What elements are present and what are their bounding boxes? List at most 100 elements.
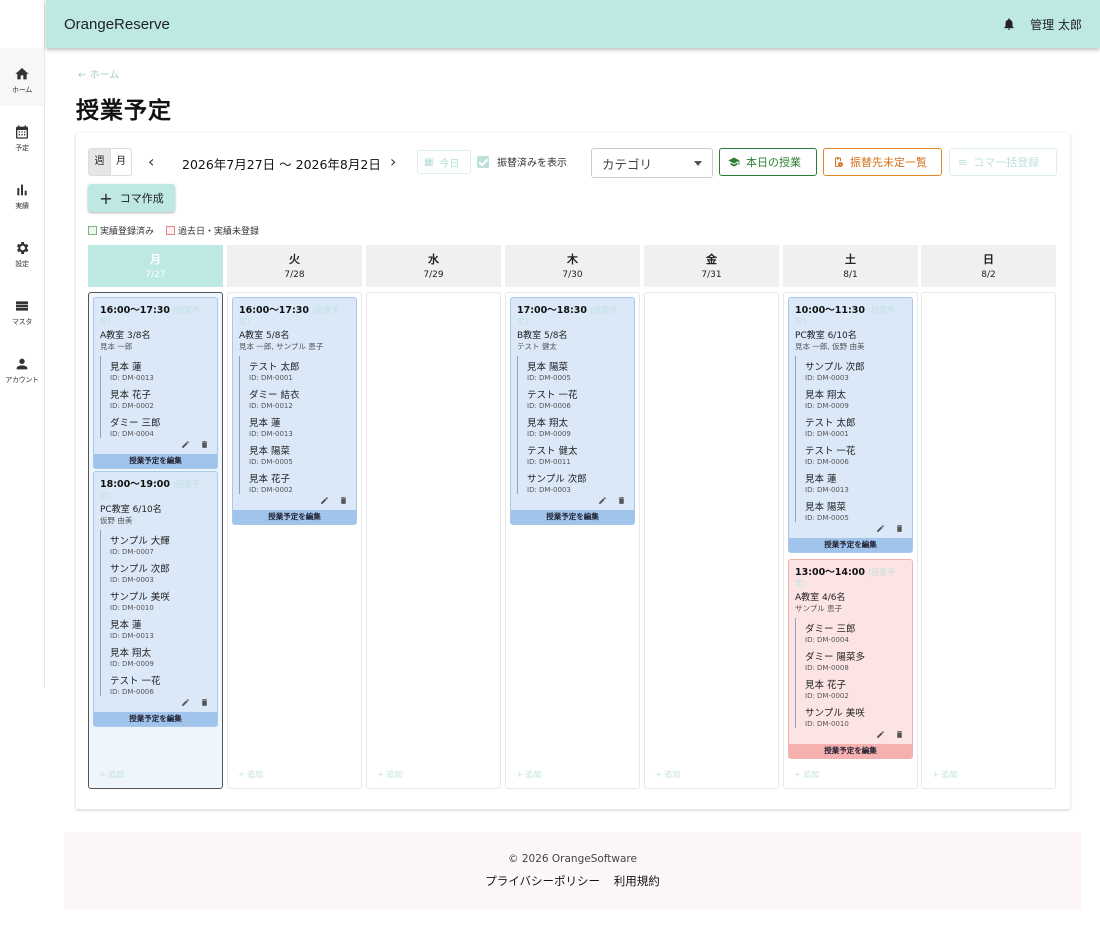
edit-lesson-button[interactable]: 授業予定を編集: [94, 454, 217, 468]
student-id: ID: DM-0009: [110, 660, 154, 668]
privacy-link[interactable]: プライバシーポリシー: [485, 874, 600, 888]
prev-week-button[interactable]: ‹: [148, 152, 154, 171]
lesson-time: 10:00〜11:30: [795, 305, 865, 316]
create-slot-button[interactable]: + コマ作成: [88, 184, 175, 212]
student-list: サンプル 次郎 ID: DM-0003 見本 翔太 ID: DM-0009 テスト 太郎…: [795, 356, 912, 522]
show-transfers-checkbox[interactable]: 振替済みを表示: [477, 154, 567, 169]
pencil-icon[interactable]: [866, 525, 885, 536]
day-cell[interactable]: 16:00〜17:30 (授業予定) A教室 3/8名 見本 一郎 見本 蓮 ID: DM…: [88, 292, 223, 789]
day-column: 月 7/27 16:00〜17:30 (授業予定) A教室 3/8名 見本 一郎 見本 蓮I…: [88, 245, 223, 789]
bulk-register-button[interactable]: ≡ コマ一括登録: [949, 148, 1057, 176]
bell-icon[interactable]: [1002, 17, 1016, 31]
lesson-card[interactable]: 17:00〜18:30 (授業予定) B教室 5/8名 テスト 健太 見本 陽菜 ID: …: [510, 297, 635, 525]
edit-lesson-button[interactable]: 授業予定を編集: [789, 538, 912, 552]
lesson-time: 17:00〜18:30: [517, 305, 587, 316]
trash-icon[interactable]: [885, 525, 904, 536]
schedule-card: 週 月 ‹ 2026年7月27日 〜 2026年8月2日 › ▦ 今日 振替済み…: [76, 133, 1070, 809]
day-date: 7/31: [701, 270, 722, 280]
sidebar-item-account[interactable]: アカウント: [0, 338, 44, 396]
pencil-icon[interactable]: [588, 497, 607, 508]
pencil-icon[interactable]: [171, 699, 190, 710]
student-name: 見本 蓮: [110, 362, 142, 373]
lesson-card[interactable]: 10:00〜11:30 (授業予定) PC教室 6/10名 見本 一郎, 仮野 由美サ…: [788, 297, 913, 553]
add-lesson-button[interactable]: + 追加: [516, 769, 541, 780]
edit-lesson-button[interactable]: 授業予定を編集: [233, 510, 356, 524]
lesson-card[interactable]: 16:00〜17:30 (授業予定) A教室 5/8名 見本 一郎, サンプル 恵子テ…: [232, 297, 357, 525]
terms-link[interactable]: 利用規約: [614, 874, 660, 888]
day-column: 木 7/30 17:00〜18:30 (授業予定) B教室 5/8名 テスト 健太 見本 陽…: [505, 245, 640, 789]
day-cell[interactable]: 10:00〜11:30 (授業予定) PC教室 6/10名 見本 一郎, 仮野 由美サ…: [783, 292, 918, 789]
sidebar-item-home[interactable]: ホーム: [0, 48, 44, 106]
add-lesson-button[interactable]: + 追加: [99, 769, 124, 780]
today-lessons-label: 本日の授業: [746, 156, 801, 169]
student-id: ID: DM-0005: [249, 458, 293, 466]
copyright: © 2026 OrangeSoftware: [508, 853, 637, 865]
day-header: 木 7/30: [505, 245, 640, 287]
add-lesson-button[interactable]: + 追加: [377, 769, 402, 780]
today-button[interactable]: ▦ 今日: [417, 150, 471, 174]
sidebar-item-master[interactable]: マスタ: [0, 280, 44, 338]
trash-icon[interactable]: [607, 497, 626, 508]
pencil-icon[interactable]: [866, 731, 885, 742]
student-id: ID: DM-0013: [110, 374, 154, 382]
trash-icon[interactable]: [190, 441, 209, 452]
student-id: ID: DM-0006: [110, 688, 154, 696]
student-list: 見本 陽菜 ID: DM-0005 テスト 一花 ID: DM-0006 見本 翔太 ID…: [517, 356, 634, 494]
trash-icon[interactable]: [885, 731, 904, 742]
day-cell[interactable]: + 追加: [921, 292, 1056, 789]
breadcrumb[interactable]: ← ホーム: [78, 66, 119, 81]
month-view-button[interactable]: 月: [110, 149, 131, 175]
day-cell[interactable]: + 追加: [366, 292, 501, 789]
student-id: ID: DM-0007: [110, 548, 154, 556]
sidebar-item-schedule[interactable]: 予定: [0, 106, 44, 164]
day-cell[interactable]: + 追加: [644, 292, 779, 789]
sidebar-item-results[interactable]: 実績: [0, 164, 44, 222]
sidebar-item-label: 予定: [15, 144, 29, 152]
student-item: 見本 翔太 ID: DM-0009: [805, 384, 912, 410]
student-item: 見本 花子 ID: DM-0002: [249, 468, 356, 494]
pending-transfers-label: 振替先未定一覧: [850, 156, 927, 169]
edit-lesson-button[interactable]: 授業予定を編集: [511, 510, 634, 524]
day-name: 水: [428, 253, 439, 266]
day-cell[interactable]: 16:00〜17:30 (授業予定) A教室 5/8名 見本 一郎, サンプル 恵子テ…: [227, 292, 362, 789]
lesson-card[interactable]: 13:00〜14:00 (授業予定) A教室 4/6名 サンプル 恵子 ダミー 三郎 ID…: [788, 559, 913, 759]
pencil-icon[interactable]: [310, 497, 329, 508]
add-lesson-button[interactable]: + 追加: [655, 769, 680, 780]
sidebar-item-label: ホーム: [12, 86, 32, 94]
week-view-button[interactable]: 週: [89, 149, 110, 175]
trash-icon[interactable]: [190, 699, 209, 710]
edit-lesson-button[interactable]: 授業予定を編集: [789, 744, 912, 758]
student-item: ダミー 結衣 ID: DM-0012: [249, 384, 356, 410]
student-item: サンプル 美咲 ID: DM-0010: [805, 702, 912, 728]
pending-transfers-button[interactable]: 振替先未定一覧: [823, 148, 942, 176]
student-id: ID: DM-0005: [527, 374, 571, 382]
trash-icon[interactable]: [329, 497, 348, 508]
add-lesson-button[interactable]: + 追加: [238, 769, 263, 780]
student-name: 見本 蓮: [805, 474, 837, 485]
app-brand[interactable]: OrangeReserve: [64, 16, 170, 33]
sidebar-item-label: アカウント: [5, 376, 39, 384]
lesson-card[interactable]: 18:00〜19:00 (授業予定) PC教室 6/10名 仮野 由美 サンプル 大輝 I…: [93, 471, 218, 727]
today-lessons-button[interactable]: 本日の授業: [719, 148, 817, 176]
category-select[interactable]: カテゴリ: [591, 148, 713, 178]
legend-done-label: 実績登録済み: [100, 227, 155, 237]
day-date: 7/30: [562, 270, 583, 280]
next-week-button[interactable]: ›: [390, 152, 396, 171]
add-lesson-button[interactable]: + 追加: [932, 769, 957, 780]
student-name: テスト 健太: [527, 446, 578, 457]
lesson-card[interactable]: 16:00〜17:30 (授業予定) A教室 3/8名 見本 一郎 見本 蓮 ID: DM…: [93, 297, 218, 469]
page-title: 授業予定: [76, 98, 172, 124]
day-cell[interactable]: 17:00〜18:30 (授業予定) B教室 5/8名 テスト 健太 見本 陽菜 ID: …: [505, 292, 640, 789]
checkbox-icon: [477, 155, 489, 168]
user-name[interactable]: 管理 太郎: [1030, 16, 1082, 33]
edit-lesson-button[interactable]: 授業予定を編集: [94, 712, 217, 726]
student-id: ID: DM-0003: [805, 374, 849, 382]
student-item: 見本 蓮 ID: DM-0013: [249, 412, 356, 438]
sidebar-item-settings[interactable]: 設定: [0, 222, 44, 280]
add-lesson-button[interactable]: + 追加: [794, 769, 819, 780]
lesson-room: PC教室 6/10名: [795, 331, 857, 341]
day-name: 土: [845, 253, 856, 266]
pencil-icon[interactable]: [171, 441, 190, 452]
student-name: ダミー 陽菜多: [805, 652, 866, 663]
student-id: ID: DM-0002: [110, 402, 154, 410]
